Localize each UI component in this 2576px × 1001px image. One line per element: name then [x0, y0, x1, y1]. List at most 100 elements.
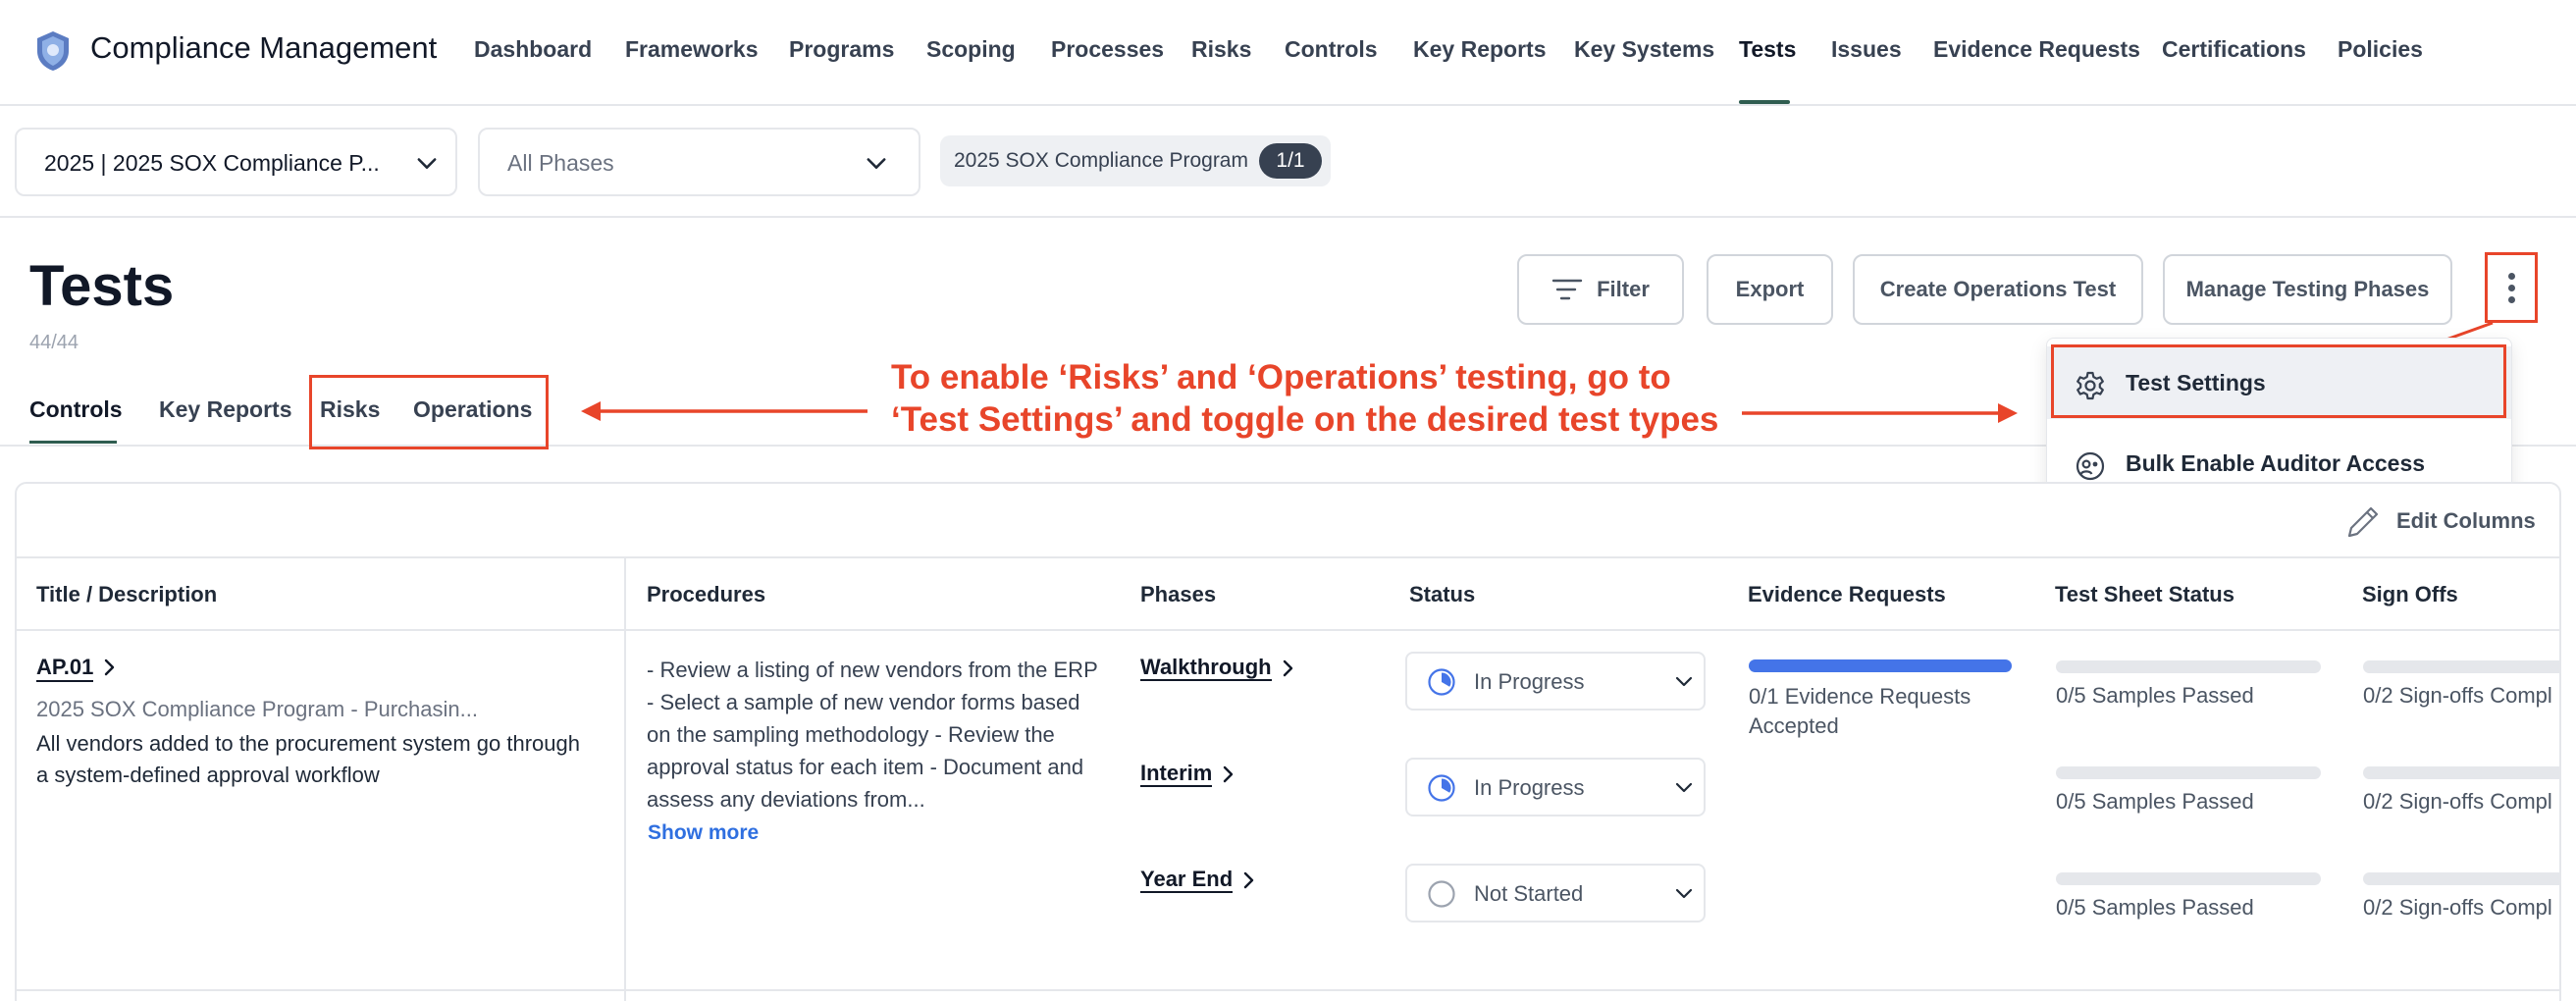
tab-key-reports[interactable]: Key Reports	[159, 396, 291, 423]
nav-issues[interactable]: Issues	[1831, 36, 1902, 63]
status-label: In Progress	[1474, 669, 1585, 694]
procedures-text: - Review a listing of new vendors from t…	[647, 658, 1098, 812]
column-header-test-sheet-status[interactable]: Test Sheet Status	[2055, 582, 2234, 607]
phase-select[interactable]: All Phases	[478, 128, 920, 196]
column-header-phases[interactable]: Phases	[1140, 582, 1216, 607]
status-label: In Progress	[1474, 775, 1585, 800]
nav-policies[interactable]: Policies	[2338, 36, 2423, 63]
control-program: 2025 SOX Compliance Program - Purchasin.…	[36, 697, 478, 721]
nav-dashboard[interactable]: Dashboard	[474, 36, 592, 63]
evidence-progress-bar	[1749, 659, 2012, 672]
kebab-dot-icon	[2507, 295, 2515, 303]
table-header-row: Title / Description Procedures Phases St…	[17, 556, 2561, 631]
edit-columns-label: Edit Columns	[2396, 508, 2536, 533]
nav-scoping[interactable]: Scoping	[926, 36, 1016, 63]
nav-evidence-requests[interactable]: Evidence Requests	[1933, 36, 2140, 63]
manage-testing-phases-label: Manage Testing Phases	[2185, 277, 2430, 301]
nav-key-reports[interactable]: Key Reports	[1413, 36, 1546, 63]
test-sheet-progress-bar	[2056, 872, 2321, 885]
column-divider	[624, 556, 626, 1001]
chevron-down-icon	[867, 158, 886, 169]
test-sheet-status-text: 0/5 Samples Passed	[2056, 789, 2254, 814]
chevron-down-icon	[417, 158, 437, 169]
kebab-dot-icon	[2507, 272, 2515, 280]
annotation-line-1: To enable ‘Risks’ and ‘Operations’ testi…	[891, 358, 1671, 396]
phase-label: Interim	[1140, 761, 1213, 787]
right-arrowhead-icon	[1998, 403, 2018, 423]
column-header-status[interactable]: Status	[1409, 582, 1475, 607]
more-options-button[interactable]	[2485, 252, 2538, 323]
control-id-link[interactable]: AP.01	[36, 655, 94, 682]
program-select[interactable]: 2025 | 2025 SOX Compliance P...	[15, 128, 457, 196]
sign-offs-text: 0/2 Sign-offs Compl	[2363, 895, 2552, 920]
nav-controls[interactable]: Controls	[1285, 36, 1378, 63]
chevron-right-icon	[1283, 659, 1292, 677]
phase-link-year-end[interactable]: Year End	[1140, 867, 1256, 893]
phase-label: Walkthrough	[1140, 655, 1272, 681]
page-title: Tests	[29, 254, 175, 318]
export-button[interactable]: Export	[1707, 254, 1833, 325]
filter-button-label: Filter	[1597, 277, 1650, 301]
active-nav-indicator	[1739, 100, 1790, 104]
row-divider	[17, 989, 2561, 991]
phase-label: Year End	[1140, 867, 1234, 893]
gear-icon	[2077, 371, 2104, 400]
program-chip-count: 1/1	[1259, 143, 1322, 179]
create-operations-test-button[interactable]: Create Operations Test	[1853, 254, 2143, 325]
nav-certifications[interactable]: Certifications	[2162, 36, 2306, 63]
manage-testing-phases-button[interactable]: Manage Testing Phases	[2163, 254, 2452, 325]
tab-controls[interactable]: Controls	[29, 396, 123, 423]
chevron-right-icon	[1224, 765, 1234, 783]
app-title: Compliance Management	[90, 30, 438, 65]
filter-icon	[1551, 279, 1583, 300]
column-header-sign-offs[interactable]: Sign Offs	[2362, 582, 2458, 607]
menu-item-test-settings[interactable]: Test Settings	[2047, 346, 2511, 419]
status-label: Not Started	[1474, 881, 1584, 906]
shield-logo-icon[interactable]	[33, 29, 73, 73]
phase-link-walkthrough[interactable]: Walkthrough	[1140, 655, 1295, 681]
chevron-down-icon	[1675, 676, 1693, 687]
program-select-value: 2025 | 2025 SOX Compliance P...	[44, 150, 380, 176]
nav-risks[interactable]: Risks	[1191, 36, 1251, 63]
filter-button[interactable]: Filter	[1517, 254, 1684, 325]
nav-processes[interactable]: Processes	[1051, 36, 1164, 63]
chevron-down-icon	[1675, 888, 1693, 899]
sign-off-progress-bar	[2363, 660, 2559, 673]
status-select-year-end[interactable]: Not Started	[1405, 864, 1706, 922]
program-chip[interactable]: 2025 SOX Compliance Program 1/1	[940, 135, 1331, 186]
show-more-link[interactable]: Show more	[648, 821, 759, 845]
sign-offs-text: 0/2 Sign-offs Compl	[2363, 789, 2552, 814]
status-select-interim[interactable]: In Progress	[1405, 758, 1706, 817]
in-progress-icon	[1428, 774, 1455, 802]
kebab-dot-icon	[2507, 284, 2515, 291]
chevron-right-icon	[1243, 871, 1254, 889]
annotation-text: To enable ‘Risks’ and ‘Operations’ testi…	[891, 356, 1718, 441]
chevron-right-icon[interactable]	[101, 658, 117, 677]
top-navigation: Compliance Management Dashboard Framewor…	[0, 0, 2576, 106]
highlight-box-tabs	[309, 375, 549, 449]
edit-columns-button[interactable]: Edit Columns	[2345, 503, 2536, 539]
page-count: 44/44	[29, 332, 79, 353]
nav-programs[interactable]: Programs	[789, 36, 894, 63]
phase-select-value: All Phases	[507, 150, 614, 176]
nav-key-systems[interactable]: Key Systems	[1574, 36, 1714, 63]
program-chip-label: 2025 SOX Compliance Program	[954, 149, 1248, 172]
sign-off-progress-bar	[2363, 872, 2559, 885]
column-header-procedures[interactable]: Procedures	[647, 582, 765, 607]
test-sheet-status-text: 0/5 Samples Passed	[2056, 683, 2254, 708]
export-button-label: Export	[1735, 277, 1805, 301]
menu-item-test-settings-label: Test Settings	[2126, 370, 2266, 395]
menu-item-bulk-enable-label: Bulk Enable Auditor Access	[2126, 450, 2426, 476]
nav-tests[interactable]: Tests	[1739, 36, 1796, 63]
status-select-walkthrough[interactable]: In Progress	[1405, 652, 1706, 711]
sign-offs-text: 0/2 Sign-offs Compl	[2363, 683, 2552, 708]
left-arrowhead-icon	[581, 401, 601, 421]
column-header-title[interactable]: Title / Description	[36, 582, 217, 607]
nav-frameworks[interactable]: Frameworks	[625, 36, 759, 63]
chevron-down-icon	[1675, 782, 1693, 793]
column-header-evidence-requests[interactable]: Evidence Requests	[1748, 582, 1946, 607]
test-sheet-status-text: 0/5 Samples Passed	[2056, 895, 2254, 920]
selector-bar: 2025 | 2025 SOX Compliance P... All Phas…	[0, 106, 2576, 218]
active-tab-indicator	[29, 441, 117, 444]
phase-link-interim[interactable]: Interim	[1140, 761, 1235, 787]
